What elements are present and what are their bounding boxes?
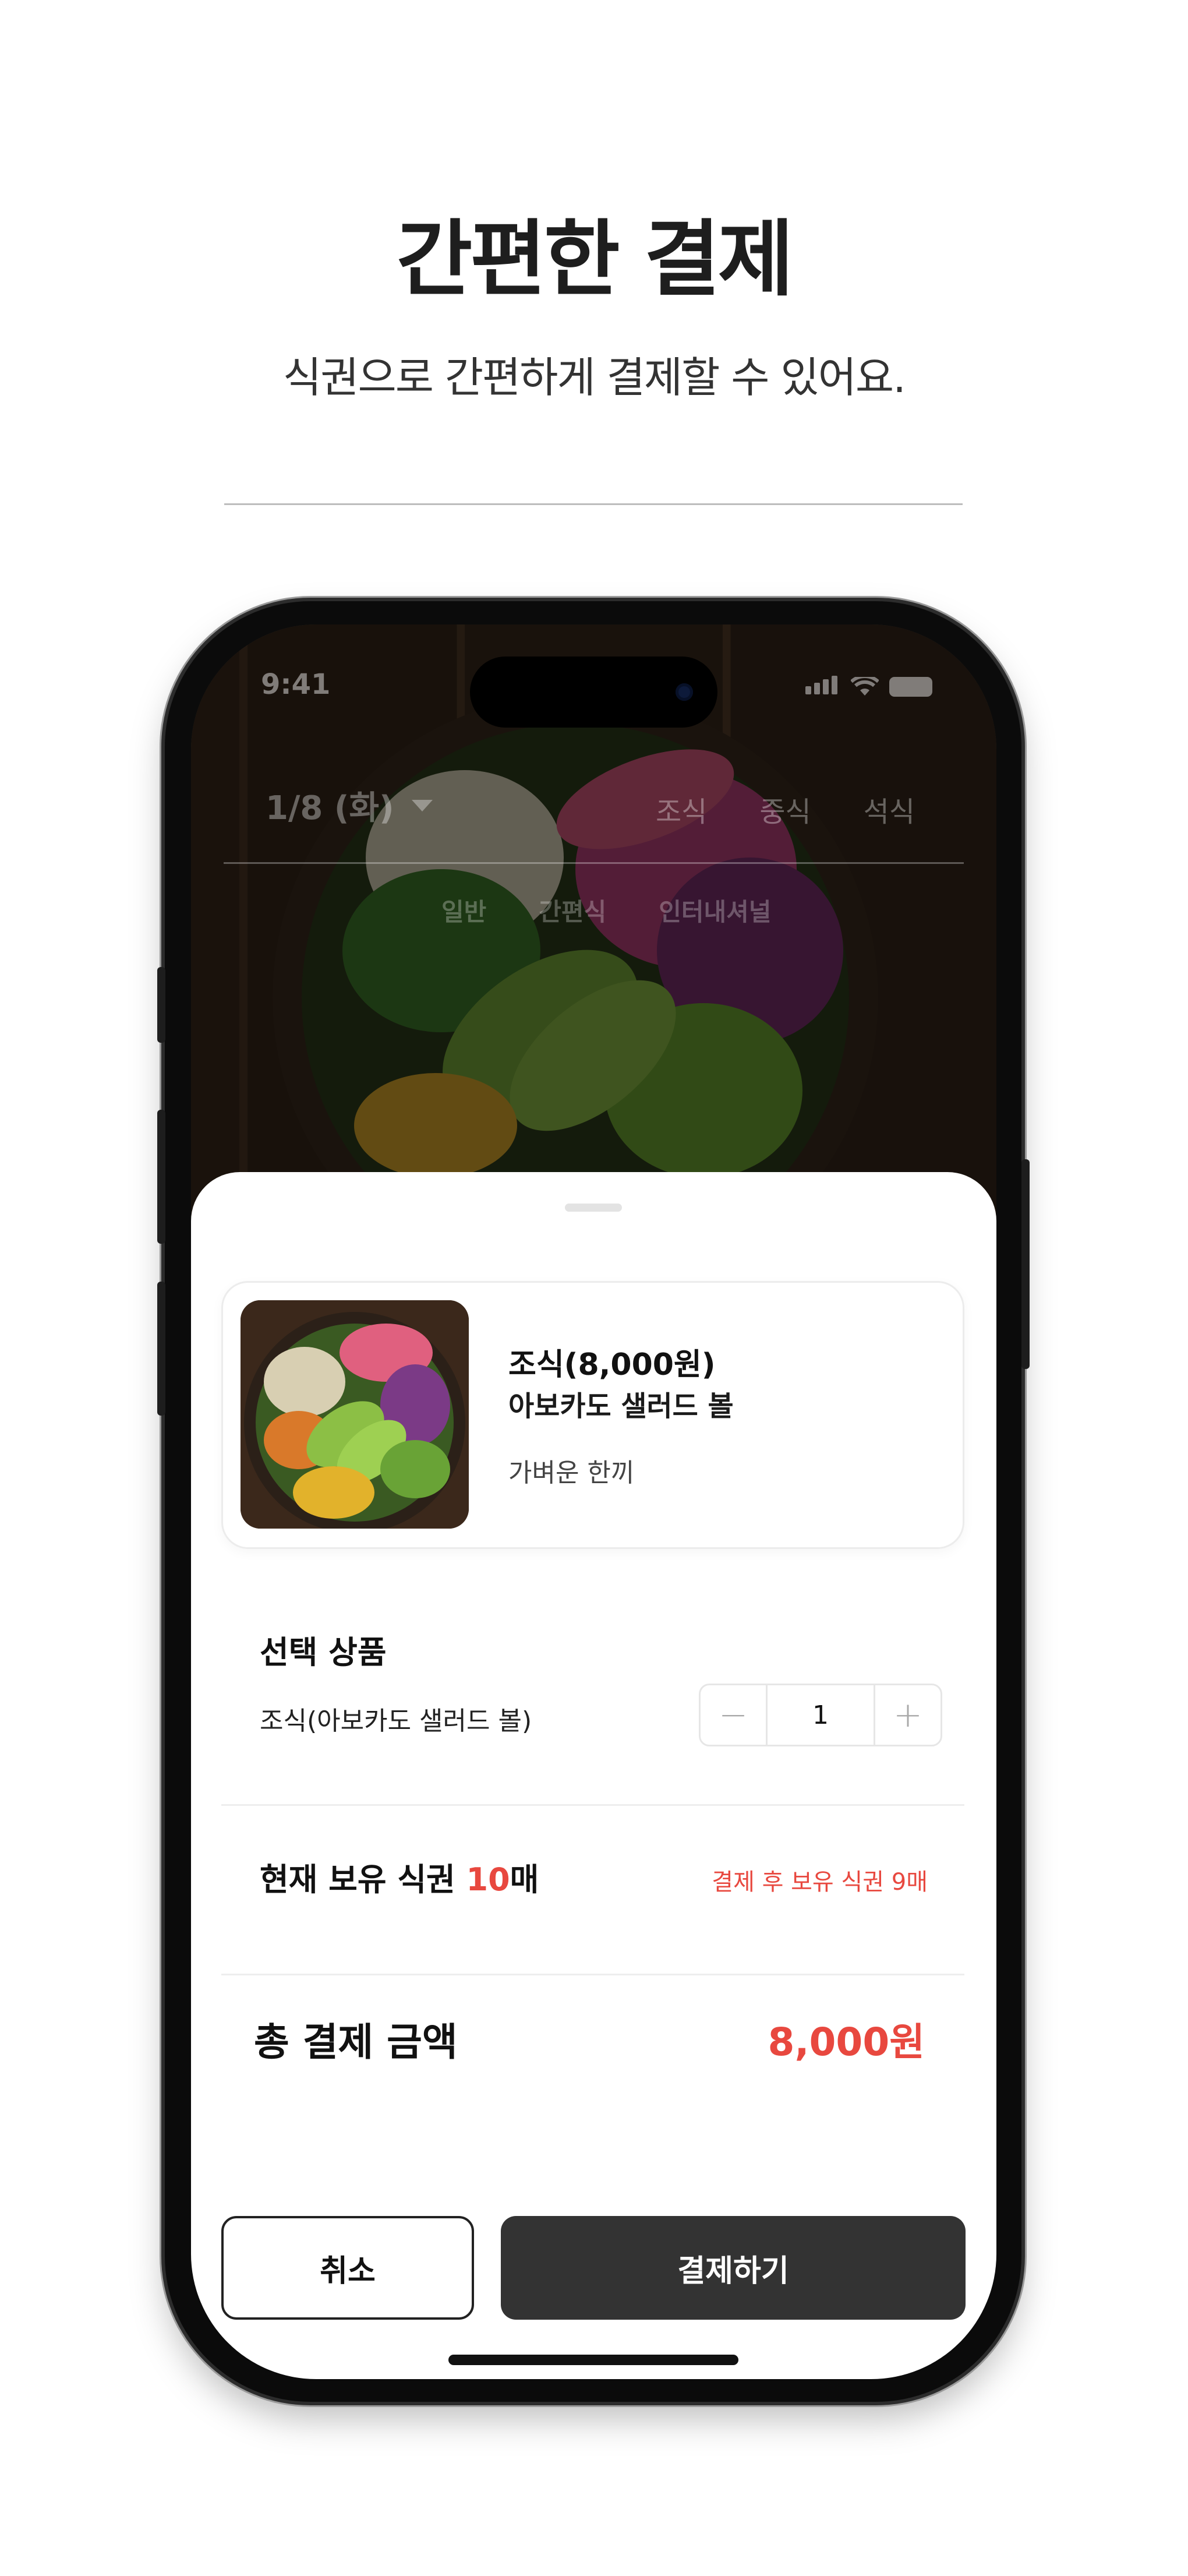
sub-tab-simple[interactable]: 간편식 (539, 892, 606, 928)
tab-dinner[interactable]: 석식 (864, 789, 915, 830)
camera-icon (676, 683, 693, 701)
volume-up-button (157, 1110, 165, 1244)
action-button (157, 967, 165, 1043)
battery-icon (889, 677, 932, 697)
hero-divider (224, 503, 963, 505)
status-time: 9:41 (261, 668, 331, 701)
power-button (1021, 1159, 1030, 1369)
product-description: 가벼운 한끼 (508, 1458, 635, 1488)
hero-title: 간편한 결제 (396, 211, 794, 308)
product-meal-price: 조식(8,000원) (508, 1347, 716, 1382)
divider (221, 1974, 964, 1975)
volume-down-button (157, 1282, 165, 1416)
product-image (241, 1300, 469, 1529)
tab-breakfast[interactable]: 조식 (656, 789, 707, 830)
tab-lunch[interactable]: 중식 (759, 789, 811, 830)
voucher-balance: 현재 보유 식권 10매 (260, 1854, 539, 1900)
sub-tab-international[interactable]: 인터내셔널 (659, 892, 771, 928)
sub-tab-general[interactable]: 일반 (441, 892, 486, 928)
voucher-after-payment: 결제 후 보유 식권 9매 (712, 1869, 928, 1896)
divider (221, 1804, 964, 1806)
total-label: 총 결제 금액 (254, 2020, 458, 2065)
wifi-icon (851, 677, 879, 696)
home-indicator[interactable] (448, 2355, 738, 2365)
selection-title: 선택 상품 (260, 1634, 387, 1671)
phone-screen: 9:41 1/8 (화) 조식 중식 석식 일반 간편식 인터내셔널 조식(8,… (191, 624, 996, 2379)
date-selector[interactable]: 1/8 (화) (266, 782, 433, 829)
header-divider (224, 862, 964, 864)
voucher-unit: 매 (510, 1861, 539, 1898)
date-label: 1/8 (화) (266, 789, 394, 827)
hero-subtitle: 식권으로 간편하게 결제할 수 있어요. (282, 353, 906, 402)
pay-button[interactable]: 결제하기 (501, 2216, 966, 2320)
quantity-value: 1 (812, 1700, 829, 1730)
minus-icon[interactable]: − (701, 1685, 768, 1745)
plus-icon[interactable]: + (874, 1685, 941, 1745)
status-icons (805, 676, 932, 697)
product-card: 조식(8,000원) 아보카도 샐러드 볼 가벼운 한끼 (221, 1281, 964, 1549)
total-amount: 8,000원 (768, 2020, 925, 2065)
product-name: 아보카도 샐러드 볼 (508, 1390, 734, 1423)
voucher-count: 10 (466, 1861, 510, 1898)
dynamic-island (470, 657, 717, 728)
cancel-button[interactable]: 취소 (221, 2216, 474, 2320)
chevron-down-icon (411, 799, 433, 811)
sheet-grabber[interactable] (565, 1204, 622, 1212)
voucher-label: 현재 보유 식권 (260, 1861, 455, 1898)
payment-sheet: 조식(8,000원) 아보카도 샐러드 볼 가벼운 한끼 선택 상품 조식(아보… (191, 1172, 996, 2379)
meal-tabs: 조식 중식 석식 (656, 789, 915, 830)
signal-icon (805, 676, 840, 697)
sub-tabs: 일반 간편식 인터내셔널 (441, 892, 771, 928)
quantity-stepper: − 1 + (699, 1684, 942, 1746)
selected-item-label: 조식(아보카도 샐러드 볼) (260, 1706, 532, 1736)
